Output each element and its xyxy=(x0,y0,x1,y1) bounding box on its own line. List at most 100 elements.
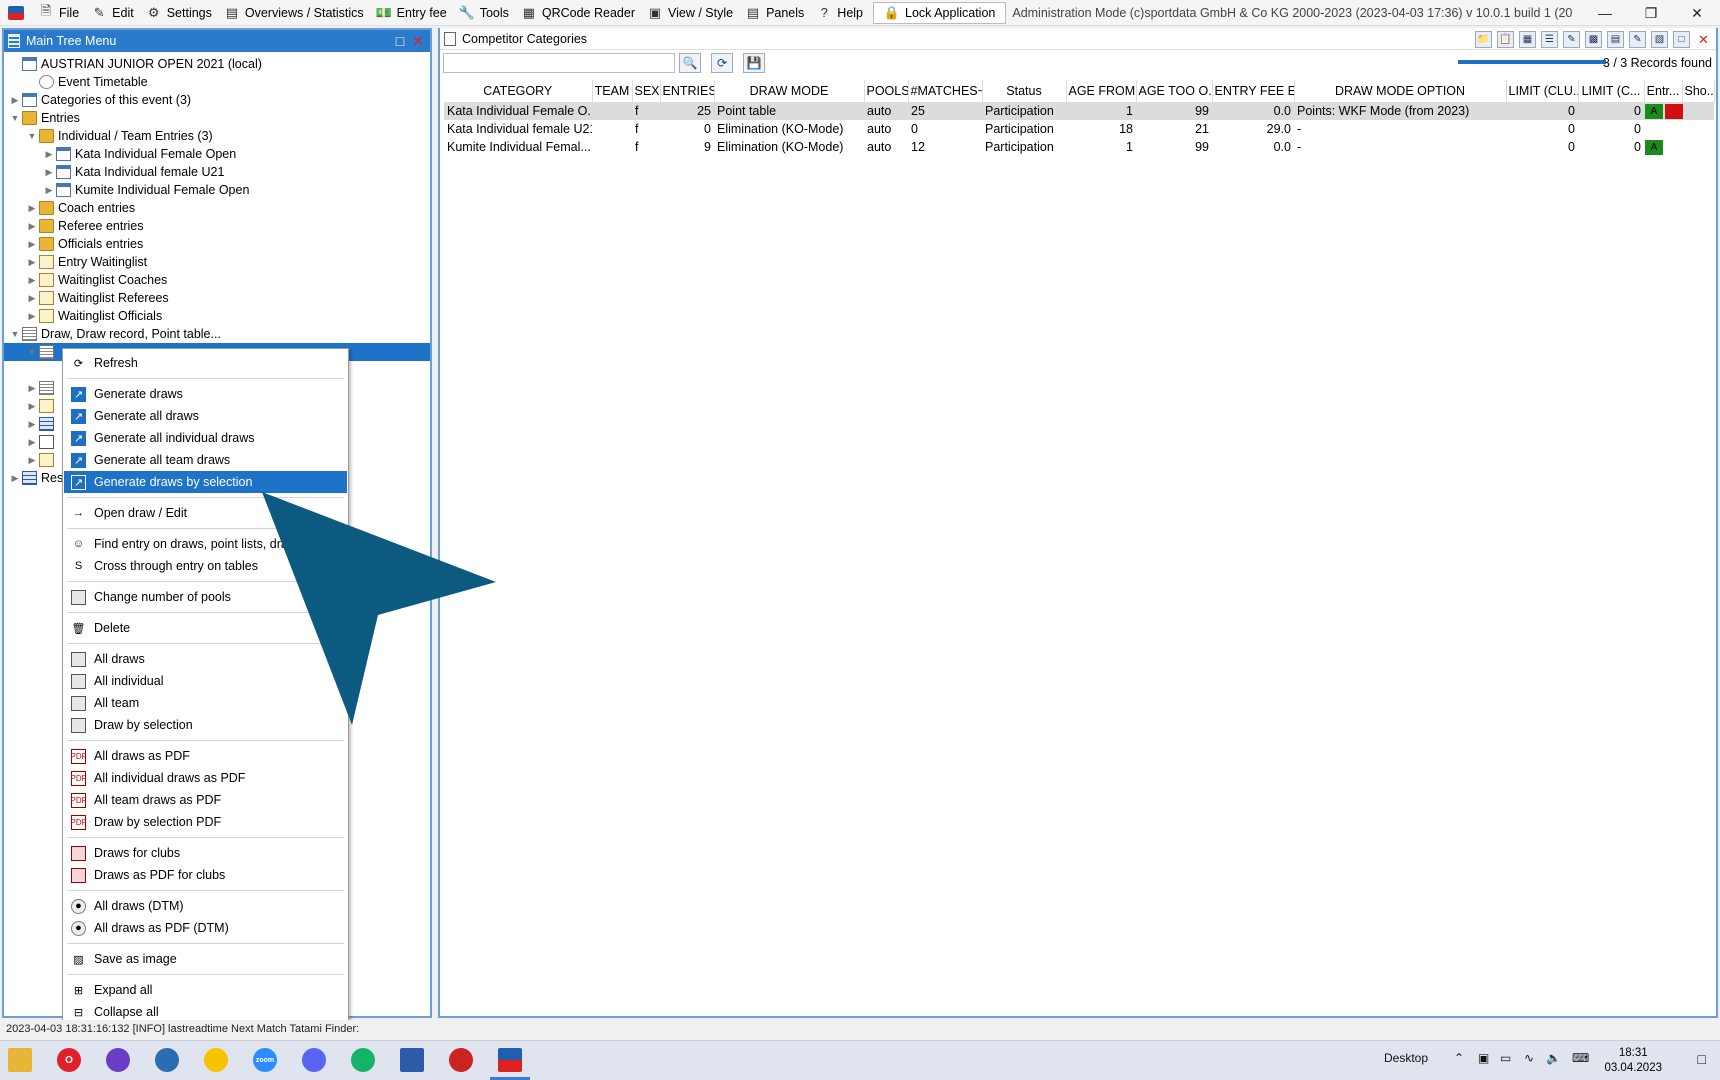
column-header[interactable]: Status xyxy=(982,80,1067,103)
expand-arrow-icon[interactable]: ▶ xyxy=(42,185,56,196)
expand-arrow-icon[interactable]: ▶ xyxy=(42,149,56,160)
menu-item-draw-by-selection-pdf[interactable]: PDF Draw by selection PDF xyxy=(64,811,347,833)
menu-tools[interactable]: 🔧 Tools xyxy=(453,0,515,26)
opera-icon[interactable]: O xyxy=(57,1048,81,1072)
collapse-arrow-icon[interactable]: ▼ xyxy=(8,329,22,339)
menu-item-expand-all[interactable]: ⊞ Expand all xyxy=(64,979,347,1001)
edit-list-icon[interactable]: ✎ xyxy=(1563,31,1580,48)
tree-node[interactable]: ▶ Officials entries xyxy=(4,235,430,253)
column-header[interactable]: ENTRIES xyxy=(660,80,715,103)
chart-icon[interactable]: ▩ xyxy=(1585,31,1602,48)
search-icon[interactable]: 🔍 xyxy=(679,53,701,73)
column-header[interactable]: AGE FROM xyxy=(1066,80,1137,103)
menu-item-find-entry-on-draws-point-lists-dra[interactable]: ☺ Find entry on draws, point lists, dra xyxy=(64,533,347,555)
menu-item-all-team[interactable]: All team xyxy=(64,692,347,714)
restore-button[interactable]: ❐ xyxy=(1628,0,1674,26)
column-header[interactable]: TEAM xyxy=(592,80,633,103)
expand-arrow-icon[interactable]: ▶ xyxy=(25,257,39,268)
expand-arrow-icon[interactable]: ▶ xyxy=(25,275,39,286)
close-window-button[interactable]: ✕ xyxy=(1674,0,1720,26)
close-panel-icon[interactable]: ✕ xyxy=(1695,31,1712,48)
menu-item-open-draw-edit[interactable]: → Open draw / Edit xyxy=(64,502,347,524)
maximize-panel-icon[interactable]: □ xyxy=(1673,31,1690,48)
expand-arrow-icon[interactable]: ▶ xyxy=(25,437,39,448)
tree-node[interactable]: ▼ Entries xyxy=(4,109,430,127)
expand-arrow-icon[interactable]: ▶ xyxy=(25,401,39,412)
file-explorer-icon[interactable] xyxy=(8,1048,32,1072)
notifications-icon[interactable]: □ xyxy=(1698,1051,1706,1067)
column-header[interactable]: Sho... xyxy=(1682,80,1715,103)
expand-arrow-icon[interactable]: ▶ xyxy=(25,293,39,304)
collapse-arrow-icon[interactable]: ▼ xyxy=(25,347,39,357)
table-row[interactable]: Kata Individual female U21 f 0 Elimination … xyxy=(444,120,1714,138)
ccleaner-icon[interactable] xyxy=(449,1048,473,1072)
menu-item-refresh[interactable]: ⟳ Refresh xyxy=(64,352,347,374)
note-icon[interactable]: ✎ xyxy=(1629,31,1646,48)
menu-item-all-draws-dtm[interactable]: ● All draws (DTM) xyxy=(64,895,347,917)
tree-node[interactable]: ▶ Waitinglist Officials xyxy=(4,307,430,325)
menu-item-draws-as-pdf-for-clubs[interactable]: Draws as PDF for clubs xyxy=(64,864,347,886)
column-header[interactable]: DRAW MODE OPTION xyxy=(1294,80,1507,103)
sportdata-app-icon[interactable] xyxy=(490,1048,530,1080)
expand-arrow-icon[interactable]: ▶ xyxy=(42,167,56,178)
column-header[interactable]: AGE TOO O... xyxy=(1136,80,1213,103)
menu-item-change-number-of-pools[interactable]: Change number of pools xyxy=(64,586,347,608)
menu-panels[interactable]: ▤ Panels xyxy=(739,0,810,26)
volume-icon[interactable]: 🔈 xyxy=(1546,1051,1561,1065)
menu-item-generate-all-draws[interactable]: ↗ Generate all draws xyxy=(64,405,347,427)
paste-icon[interactable]: 📋 xyxy=(1497,31,1514,48)
collapse-arrow-icon[interactable]: ▼ xyxy=(25,131,39,141)
expand-arrow-icon[interactable]: ▶ xyxy=(25,221,39,232)
zoom-icon[interactable]: zoom xyxy=(253,1048,277,1072)
column-header[interactable]: ENTRY FEE E... xyxy=(1212,80,1295,103)
tree-node[interactable]: ▶ Categories of this event (3) xyxy=(4,91,430,109)
menu-item-draws-for-clubs[interactable]: Draws for clubs xyxy=(64,842,347,864)
expand-arrow-icon[interactable]: ▶ xyxy=(8,473,22,484)
menu-item-generate-draws-by-selection[interactable]: ↗ Generate draws by selection xyxy=(64,471,347,493)
column-header[interactable]: LIMIT (C... xyxy=(1578,80,1645,103)
menu-item-save-as-image[interactable]: ▨ Save as image xyxy=(64,948,347,970)
menu-view-style[interactable]: ▣ View / Style xyxy=(641,0,739,26)
tree-node[interactable]: ▶ Kumite Individual Female Open xyxy=(4,181,430,199)
column-header[interactable]: Entr... xyxy=(1644,80,1683,103)
tree-node[interactable]: Event Timetable xyxy=(4,73,430,91)
column-header[interactable]: SEX xyxy=(632,80,661,103)
menu-item-all-draws-as-pdf-dtm[interactable]: ● All draws as PDF (DTM) xyxy=(64,917,347,939)
menu-item-all-team-draws-as-pdf[interactable]: PDF All team draws as PDF xyxy=(64,789,347,811)
menu-item-generate-all-team-draws[interactable]: ↗ Generate all team draws xyxy=(64,449,347,471)
minimize-button[interactable]: — xyxy=(1582,0,1628,26)
discord-icon[interactable] xyxy=(302,1048,326,1072)
menu-file[interactable]: 🗎 File xyxy=(32,0,85,26)
clock[interactable]: 18:31 03.04.2023 xyxy=(1604,1046,1662,1076)
firefox-icon[interactable] xyxy=(106,1048,130,1072)
window-icon[interactable]: ▦ xyxy=(1519,31,1536,48)
expand-arrow-icon[interactable]: ▶ xyxy=(25,419,39,430)
table-row[interactable]: Kumite Individual Femal... f 9 Elimination … xyxy=(444,138,1714,156)
close-panel-icon[interactable]: ✕ xyxy=(410,33,426,49)
tree-node[interactable]: ▶ Kata Individual Female Open xyxy=(4,145,430,163)
lock-application-button[interactable]: 🔒 Lock Application xyxy=(873,1,1007,24)
tree-node[interactable]: AUSTRIAN JUNIOR OPEN 2021 (local) xyxy=(4,55,430,73)
tree-node[interactable]: ▶ Waitinglist Referees xyxy=(4,289,430,307)
device-icon[interactable]: ▣ xyxy=(1478,1051,1489,1065)
list-icon[interactable]: ☰ xyxy=(1541,31,1558,48)
menu-item-all-draws-as-pdf[interactable]: PDF All draws as PDF xyxy=(64,745,347,767)
tree-node[interactable]: ▶ Kata Individual female U21 xyxy=(4,163,430,181)
tree-node[interactable]: ▶ Waitinglist Coaches xyxy=(4,271,430,289)
maximize-panel-icon[interactable]: □ xyxy=(392,33,408,49)
expand-arrow-icon[interactable]: ▶ xyxy=(25,311,39,322)
wifi-icon[interactable]: ∿ xyxy=(1524,1051,1534,1065)
menu-settings[interactable]: ⚙ Settings xyxy=(140,0,218,26)
battery-icon[interactable]: ▭ xyxy=(1500,1051,1511,1065)
expand-arrow-icon[interactable]: ▶ xyxy=(8,95,22,106)
expand-arrow-icon[interactable]: ▶ xyxy=(25,455,39,466)
tree-node[interactable]: ▶ Entry Waitinglist xyxy=(4,253,430,271)
app-logo-icon[interactable] xyxy=(8,5,24,20)
notepad-app-icon[interactable] xyxy=(400,1048,424,1072)
tree-node[interactable]: ▼ Draw, Draw record, Point table... xyxy=(4,325,430,343)
search-input[interactable] xyxy=(443,53,675,73)
menu-item-all-individual-draws-as-pdf[interactable]: PDF All individual draws as PDF xyxy=(64,767,347,789)
chat-app-icon[interactable] xyxy=(155,1048,179,1072)
menu-item-draw-by-selection[interactable]: Draw by selection xyxy=(64,714,347,736)
collapse-arrow-icon[interactable]: ▼ xyxy=(8,113,22,123)
